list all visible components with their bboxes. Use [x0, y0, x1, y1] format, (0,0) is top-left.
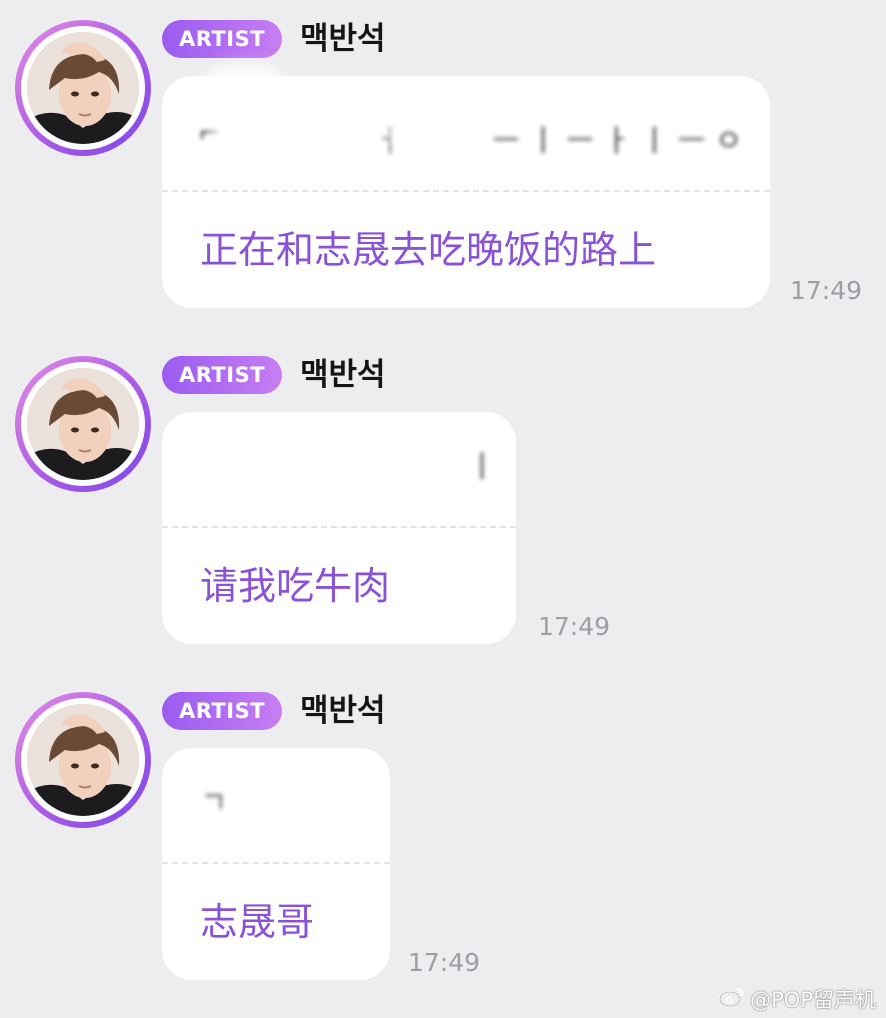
avatar-photo-icon [27, 704, 139, 816]
avatar-photo-icon [27, 368, 139, 480]
chat-message: ARTIST 맥반석 ㅣ 请我吃牛肉 17:49 [0, 356, 886, 656]
translation-text: 请我吃牛肉 [200, 564, 391, 608]
artist-avatar[interactable] [15, 20, 151, 156]
obscured-original-text: ⌐ ㅓ ㅡ ㅣ ㅡ ㅏ ㅣ ㅡ ㅇ [162, 76, 770, 190]
artist-avatar[interactable] [15, 356, 151, 492]
translation-text: 志晟哥 [200, 900, 315, 944]
avatar-photo-icon [27, 32, 139, 144]
sender-name: 맥반석 [300, 693, 386, 729]
message-bubble[interactable]: ㄱ 志晟哥 [162, 748, 390, 980]
message-time: 17:49 [538, 612, 611, 641]
artist-badge: ARTIST [162, 20, 282, 58]
artist-badge: ARTIST [162, 692, 282, 730]
chat-message: ARTIST 맥반석 ⌐ ㅓ ㅡ ㅣ ㅡ ㅏ ㅣ ㅡ ㅇ 正在和志晟去吃晚饭的路… [0, 20, 886, 320]
artist-avatar[interactable] [15, 692, 151, 828]
sender-name: 맥반석 [300, 357, 386, 393]
weibo-logo-icon [718, 986, 746, 1013]
watermark: @POP留声机 [718, 984, 876, 1014]
watermark-text: @POP留声机 [750, 988, 876, 1012]
translation-text: 正在和志晟去吃晚饭的路上 [200, 228, 657, 272]
chat-message: ARTIST 맥반석 ㄱ 志晟哥 17:49 [0, 692, 886, 992]
obscured-original-text: ㄱ [162, 748, 390, 862]
obscured-original-text: ㅣ [162, 412, 516, 526]
message-time: 17:49 [790, 276, 863, 305]
sender-name: 맥반석 [300, 21, 386, 57]
message-time: 17:49 [408, 948, 481, 977]
message-bubble[interactable]: ㅣ 请我吃牛肉 [162, 412, 516, 644]
message-bubble[interactable]: ⌐ ㅓ ㅡ ㅣ ㅡ ㅏ ㅣ ㅡ ㅇ 正在和志晟去吃晚饭的路上 [162, 76, 770, 308]
artist-badge: ARTIST [162, 356, 282, 394]
